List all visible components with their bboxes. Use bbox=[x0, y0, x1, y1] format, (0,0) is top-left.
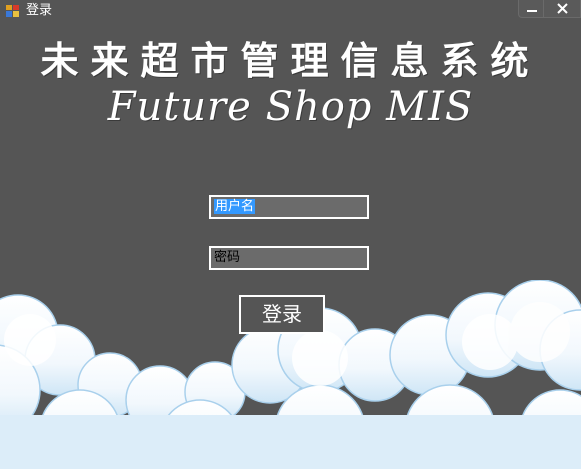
close-icon bbox=[557, 3, 568, 14]
minimize-button[interactable] bbox=[518, 0, 544, 18]
close-button[interactable] bbox=[543, 0, 581, 18]
app-title-chinese: 未来超市管理信息系统 bbox=[40, 38, 541, 83]
app-title-english: Future Shop MIS bbox=[107, 84, 474, 130]
window-titlebar: 登录 bbox=[0, 0, 581, 22]
password-value: 密码 bbox=[214, 250, 241, 265]
username-value: 用户名 bbox=[214, 199, 256, 214]
password-input[interactable]: 密码 bbox=[209, 246, 369, 270]
login-button[interactable]: 登录 bbox=[239, 295, 325, 334]
app-grid-icon bbox=[6, 5, 19, 17]
minimize-icon bbox=[527, 10, 537, 12]
username-input[interactable]: 用户名 bbox=[209, 195, 369, 219]
window-title: 登录 bbox=[26, 3, 53, 18]
